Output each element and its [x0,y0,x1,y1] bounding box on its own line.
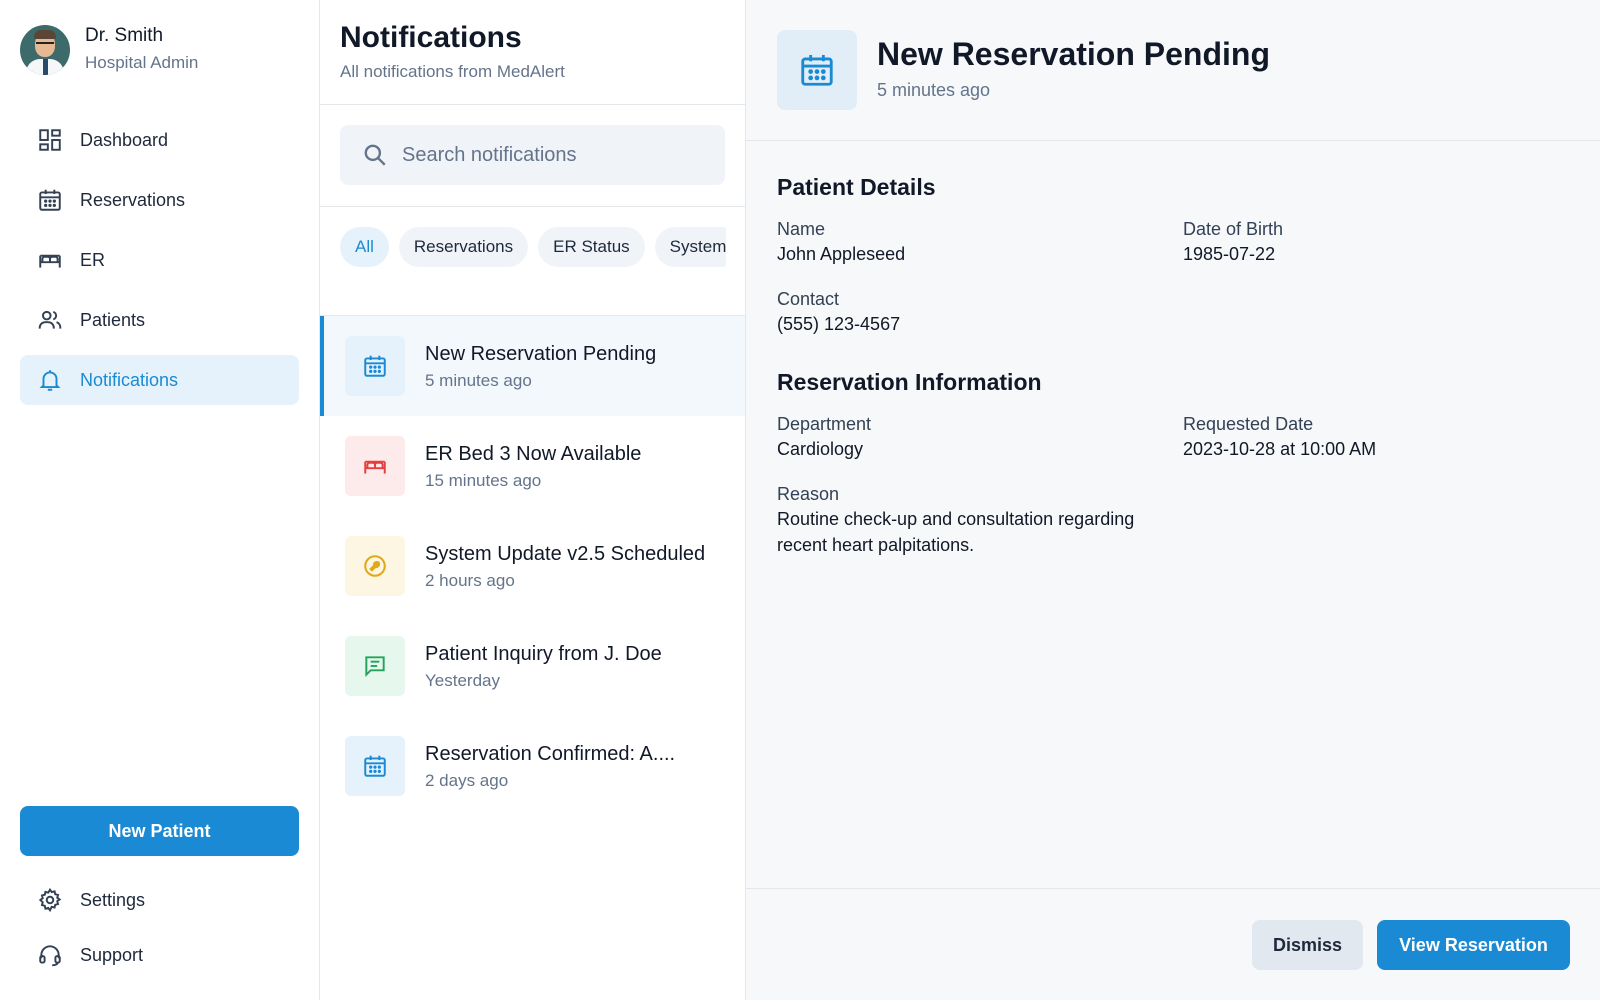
search-box [340,125,725,185]
sidebar-item-label: Settings [80,889,146,910]
requested-date-field: Requested Date 2023-10-28 at 10:00 AM [1183,412,1376,462]
field-label: Reason [777,484,840,504]
search-input[interactable] [402,143,702,167]
field-label: Requested Date [1183,414,1314,434]
secondary-nav: Settings Support [20,875,299,985]
calendar-icon [345,336,405,396]
notification-time: Yesterday [425,671,500,690]
sidebar-item-label: ER [80,249,106,270]
page-title: Notifications [340,21,522,54]
notification-list: New Reservation Pending 5 minutes ago ER… [320,316,745,816]
sidebar-item-label: Support [80,944,144,965]
filter-chips: All Reservations ER Status System [340,227,726,267]
filter-all[interactable]: All [340,227,389,267]
notification-item[interactable]: New Reservation Pending 5 minutes ago [320,316,745,416]
sidebar: Dr. Smith Hospital Admin Dashboard Reser… [0,0,320,1000]
bed-icon [36,246,64,274]
calendar-icon [777,30,857,110]
filter-reservations[interactable]: Reservations [398,227,529,267]
notification-item[interactable]: Patient Inquiry from J. Doe Yesterday [320,616,745,716]
sidebar-item-label: Patients [80,309,146,330]
field-label: Contact [777,289,840,309]
notification-item[interactable]: Reservation Confirmed: A.... 2 days ago [320,716,745,816]
field-value: Routine check-up and consultation regard… [777,509,1135,555]
field-value: John Appleseed [777,244,906,264]
dashboard-icon [36,126,64,154]
detail-time: 5 minutes ago [877,80,991,100]
gear-icon [36,886,64,914]
field-value: (555) 123-4567 [777,314,901,334]
bell-icon [36,366,64,394]
reason-field: Reason Routine check-up and consultation… [777,482,1177,558]
sidebar-item-er[interactable]: ER [20,235,299,285]
notification-detail: New Reservation Pending 5 minutes ago Pa… [746,0,1600,1000]
notification-title: New Reservation Pending [425,343,657,365]
notification-title: Patient Inquiry from J. Doe [425,643,662,665]
reservation-info-heading: Reservation Information [777,369,1042,395]
filter-system[interactable]: System [654,227,726,267]
sidebar-item-settings[interactable]: Settings [20,875,299,925]
calendar-icon [36,186,64,214]
sidebar-item-patients[interactable]: Patients [20,295,299,345]
search-icon [362,142,388,168]
patient-name-field: Name John Appleseed [777,217,905,267]
notification-item[interactable]: ER Bed 3 Now Available 15 minutes ago [320,416,745,516]
department-field: Department Cardiology [777,412,871,462]
detail-actions: Dismiss View Reservation [746,888,1600,1000]
view-reservation-button[interactable]: View Reservation [1377,920,1570,970]
notification-title: ER Bed 3 Now Available [425,443,642,465]
contact-field: Contact (555) 123-4567 [777,287,900,337]
user-profile[interactable]: Dr. Smith Hospital Admin [20,24,198,76]
wrench-icon [345,536,405,596]
filter-er-status[interactable]: ER Status [538,227,645,267]
notification-title: Reservation Confirmed: A.... [425,743,676,765]
page-subtitle: All notifications from MedAlert [340,62,565,81]
dob-field: Date of Birth 1985-07-22 [1183,217,1283,267]
patient-details-heading: Patient Details [777,174,936,200]
bed-icon [345,436,405,496]
sidebar-item-label: Notifications [80,369,179,390]
field-label: Name [777,219,826,239]
field-label: Date of Birth [1183,219,1284,239]
users-icon [36,306,64,334]
main-nav: Dashboard Reservations ER Patients Notif… [20,115,299,415]
notification-item[interactable]: System Update v2.5 Scheduled 2 hours ago [320,516,745,616]
calendar-icon [345,736,405,796]
notification-time: 2 hours ago [425,571,515,590]
field-value: 1985-07-22 [1183,244,1276,264]
notification-title: System Update v2.5 Scheduled [425,543,706,565]
notifications-panel: Notifications All notifications from Med… [320,0,746,1000]
sidebar-item-label: Reservations [80,189,186,210]
user-name: Dr. Smith [85,25,164,46]
user-role: Hospital Admin [85,53,199,72]
new-patient-button[interactable]: New Patient [20,806,299,856]
notification-time: 2 days ago [425,771,509,790]
sidebar-item-dashboard[interactable]: Dashboard [20,115,299,165]
sidebar-item-reservations[interactable]: Reservations [20,175,299,225]
notification-time: 5 minutes ago [425,371,532,390]
detail-title: New Reservation Pending [877,36,1270,72]
avatar [20,25,70,75]
message-icon [345,636,405,696]
sidebar-item-label: Dashboard [80,129,169,150]
notification-time: 15 minutes ago [425,471,542,490]
sidebar-item-notifications[interactable]: Notifications [20,355,299,405]
dismiss-button[interactable]: Dismiss [1252,920,1363,970]
field-label: Department [777,414,872,434]
sidebar-item-support[interactable]: Support [20,930,299,980]
field-value: Cardiology [777,439,864,459]
headset-icon [36,941,64,969]
field-value: 2023-10-28 at 10:00 AM [1183,439,1377,459]
